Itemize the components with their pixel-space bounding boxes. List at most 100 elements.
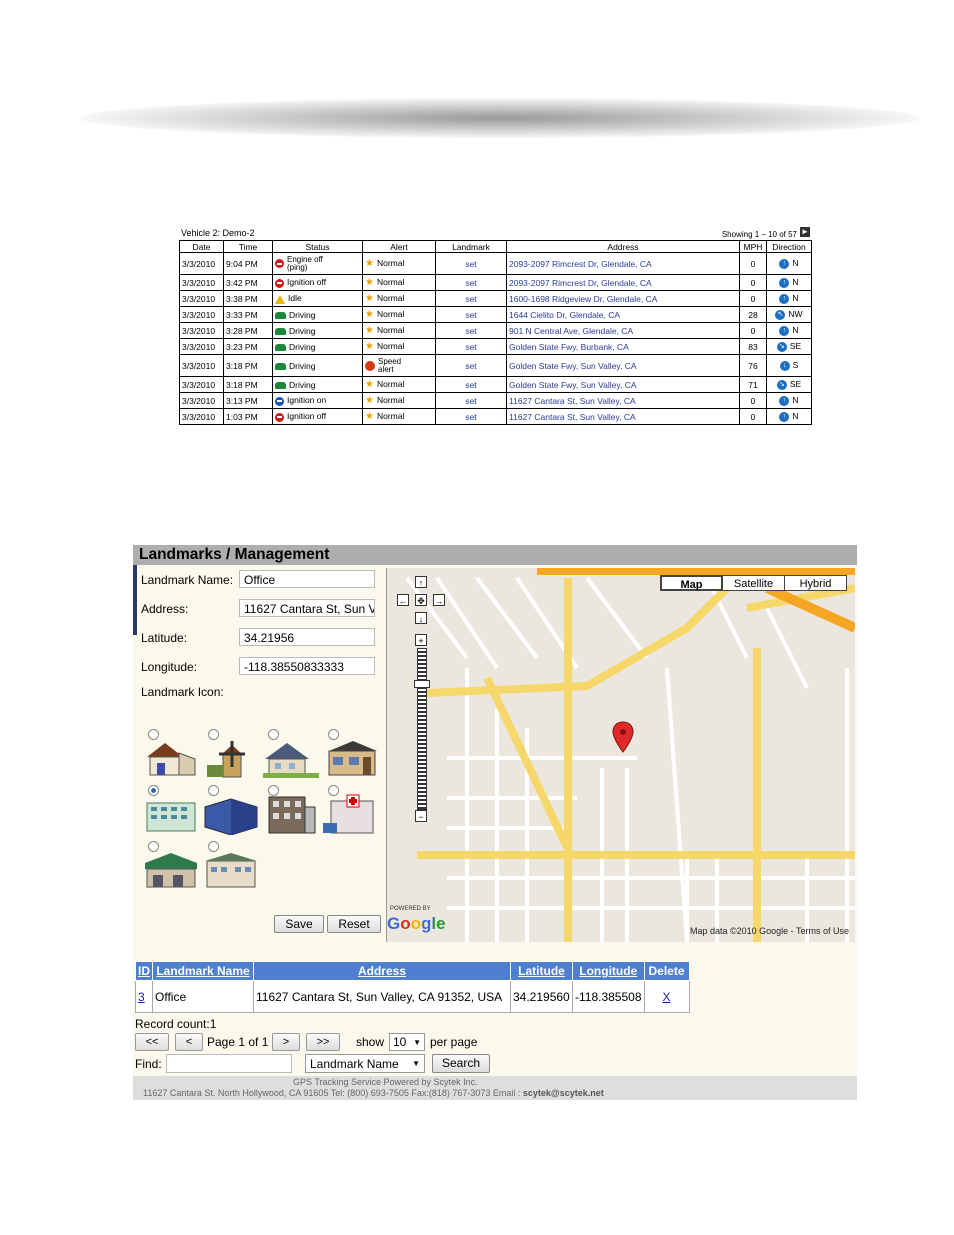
longitude-input[interactable]: -118.38550833333 — [239, 657, 375, 675]
warehouse-icon[interactable] — [143, 849, 199, 891]
house-icon[interactable] — [143, 737, 199, 779]
sort-latitude-link[interactable]: Latitude — [510, 961, 573, 981]
map-type-satellite[interactable]: Satellite — [722, 575, 785, 591]
map-marker-icon[interactable] — [612, 721, 634, 753]
cell-status: Driving — [272, 338, 363, 355]
map-attribution[interactable]: Map data ©2010 Google - Terms of Use — [690, 926, 849, 936]
save-button[interactable]: Save — [274, 915, 324, 933]
table-row: 3/3/2010 9:04 PM Engine off (ping) ★ Norm… — [179, 252, 812, 275]
landmark-set-link[interactable]: set — [435, 338, 507, 355]
cell-time: 3:23 PM — [223, 338, 273, 355]
address-link[interactable]: 11627 Cantara St, Sun Valley, CA — [506, 392, 740, 409]
pan-down-icon[interactable]: ↓ — [415, 612, 427, 624]
zoom-slider-handle[interactable] — [414, 680, 430, 688]
page-indicator: Page 1 of 1 — [207, 1035, 269, 1049]
windmill-icon[interactable] — [203, 737, 259, 779]
cell-mph: 83 — [739, 338, 767, 355]
cell-status: Driving — [272, 306, 363, 323]
address-link[interactable]: 11627 Cantara St, Sun Valley, CA — [506, 408, 740, 425]
prev-page-button[interactable]: < — [175, 1033, 203, 1051]
table-row: 3/3/2010 3:18 PM Driving ★ Normal set Gol… — [179, 376, 812, 393]
per-page-label: per page — [430, 1035, 478, 1049]
car-icon — [275, 311, 286, 319]
address-link[interactable]: 2093-2097 Rimcrest Dr, Glendale, CA — [506, 274, 740, 291]
next-page-button[interactable]: > — [272, 1033, 300, 1051]
landmark-set-link[interactable]: set — [435, 306, 507, 323]
medical-building-icon[interactable] — [323, 793, 379, 835]
pan-left-icon[interactable]: ← — [397, 594, 409, 606]
zoom-slider[interactable] — [417, 648, 427, 810]
direction-arrow-icon: ↓ — [779, 360, 790, 371]
address-link[interactable]: Golden State Fwy, Sun Valley, CA — [506, 354, 740, 377]
star-icon: ★ — [365, 379, 374, 391]
reset-button[interactable]: Reset — [327, 915, 381, 933]
next-arrow-icon[interactable]: ► — [800, 227, 810, 237]
office-tower-icon[interactable] — [203, 793, 259, 835]
landmark-set-link[interactable]: set — [435, 274, 507, 291]
landmark-set-link[interactable]: set — [435, 392, 507, 409]
landmark-name-label: Landmark Name: — [141, 573, 234, 587]
sort-name-link[interactable]: Landmark Name — [152, 961, 254, 981]
address-link[interactable]: Golden State Fwy, Sun Valley, CA — [506, 376, 740, 393]
address-link[interactable]: 1644 Cielito Dr, Glendale, CA — [506, 306, 740, 323]
vehicle-title: Vehicle 2: Demo-2 — [181, 228, 255, 238]
cell-date: 3/3/2010 — [179, 354, 224, 377]
sort-address-link[interactable]: Address — [253, 961, 511, 981]
landmark-set-link[interactable]: set — [435, 376, 507, 393]
cell-time: 9:04 PM — [223, 252, 273, 275]
sort-longitude-link[interactable]: Longitude — [572, 961, 645, 981]
sort-id-link[interactable]: ID — [135, 961, 153, 981]
landmark-set-link[interactable]: set — [435, 322, 507, 339]
map-view[interactable]: Map Satellite Hybrid ↑ ← ✥ → ↓ + − POWER… — [386, 568, 855, 942]
table-row: 3/3/2010 3:18 PM Driving Speed alert set… — [179, 354, 812, 377]
cell-alert: ★ Normal — [362, 306, 436, 323]
address-link[interactable]: 2093-2097 Rimcrest Dr, Glendale, CA — [506, 252, 740, 275]
map-type-map[interactable]: Map — [660, 575, 723, 591]
first-page-button[interactable]: << — [135, 1033, 169, 1051]
cell-direction: ↑ N — [766, 252, 812, 275]
star-icon: ★ — [365, 395, 374, 407]
zoom-out-icon[interactable]: − — [415, 810, 427, 822]
longitude-label: Longitude: — [141, 660, 198, 674]
latitude-label: Latitude: — [141, 631, 188, 645]
star-icon: ★ — [365, 277, 374, 289]
landmark-id-link[interactable]: 3 — [135, 980, 153, 1013]
address-link[interactable]: 1600-1698 Ridgeview Dr, Glendale, CA — [506, 290, 740, 307]
school-icon[interactable] — [203, 849, 259, 891]
cell-alert: ★ Normal — [362, 322, 436, 339]
chevron-down-icon: ▼ — [412, 1059, 420, 1068]
cell-date: 3/3/2010 — [179, 274, 224, 291]
hospital-icon[interactable] — [143, 793, 199, 835]
pan-reset-icon[interactable]: ✥ — [415, 594, 427, 606]
footer-email[interactable]: scytek@scytek.net — [523, 1088, 604, 1098]
cell-time: 1:03 PM — [223, 408, 273, 425]
per-page-select[interactable]: 10 ▼ — [389, 1033, 425, 1051]
pan-up-icon[interactable]: ↑ — [415, 576, 427, 588]
store-icon[interactable] — [323, 737, 379, 779]
pan-right-icon[interactable]: → — [433, 594, 445, 606]
apartment-icon[interactable] — [263, 793, 319, 835]
cottage-icon[interactable] — [263, 737, 319, 779]
find-field-select[interactable]: Landmark Name ▼ — [305, 1054, 425, 1073]
find-input[interactable] — [166, 1054, 292, 1073]
page-title: Landmarks / Management — [139, 546, 330, 563]
header-date: Date — [179, 240, 224, 253]
landmark-set-link[interactable]: set — [435, 408, 507, 425]
landmark-name-input[interactable]: Office — [239, 570, 375, 588]
landmark-set-link[interactable]: set — [435, 290, 507, 307]
latitude-input[interactable]: 34.21956 — [239, 628, 375, 646]
last-page-button[interactable]: >> — [306, 1033, 340, 1051]
landmark-address: 11627 Cantara St, Sun Valley, CA 91352, … — [253, 980, 511, 1013]
table-row: 3 Office 11627 Cantara St, Sun Valley, C… — [135, 980, 690, 1013]
map-type-hybrid[interactable]: Hybrid — [784, 575, 847, 591]
address-link[interactable]: 901 N Central Ave, Glendale, CA — [506, 322, 740, 339]
delete-link[interactable]: X — [643, 980, 690, 1013]
landmark-set-link[interactable]: set — [435, 252, 507, 275]
cell-time: 3:42 PM — [223, 274, 273, 291]
address-link[interactable]: Golden State Fwy, Burbank, CA — [506, 338, 740, 355]
address-input[interactable]: 11627 Cantara St, Sun V — [239, 599, 375, 617]
landmark-set-link[interactable]: set — [435, 354, 507, 377]
zoom-in-icon[interactable]: + — [415, 634, 427, 646]
star-icon: ★ — [365, 309, 374, 321]
search-button[interactable]: Search — [432, 1054, 490, 1073]
